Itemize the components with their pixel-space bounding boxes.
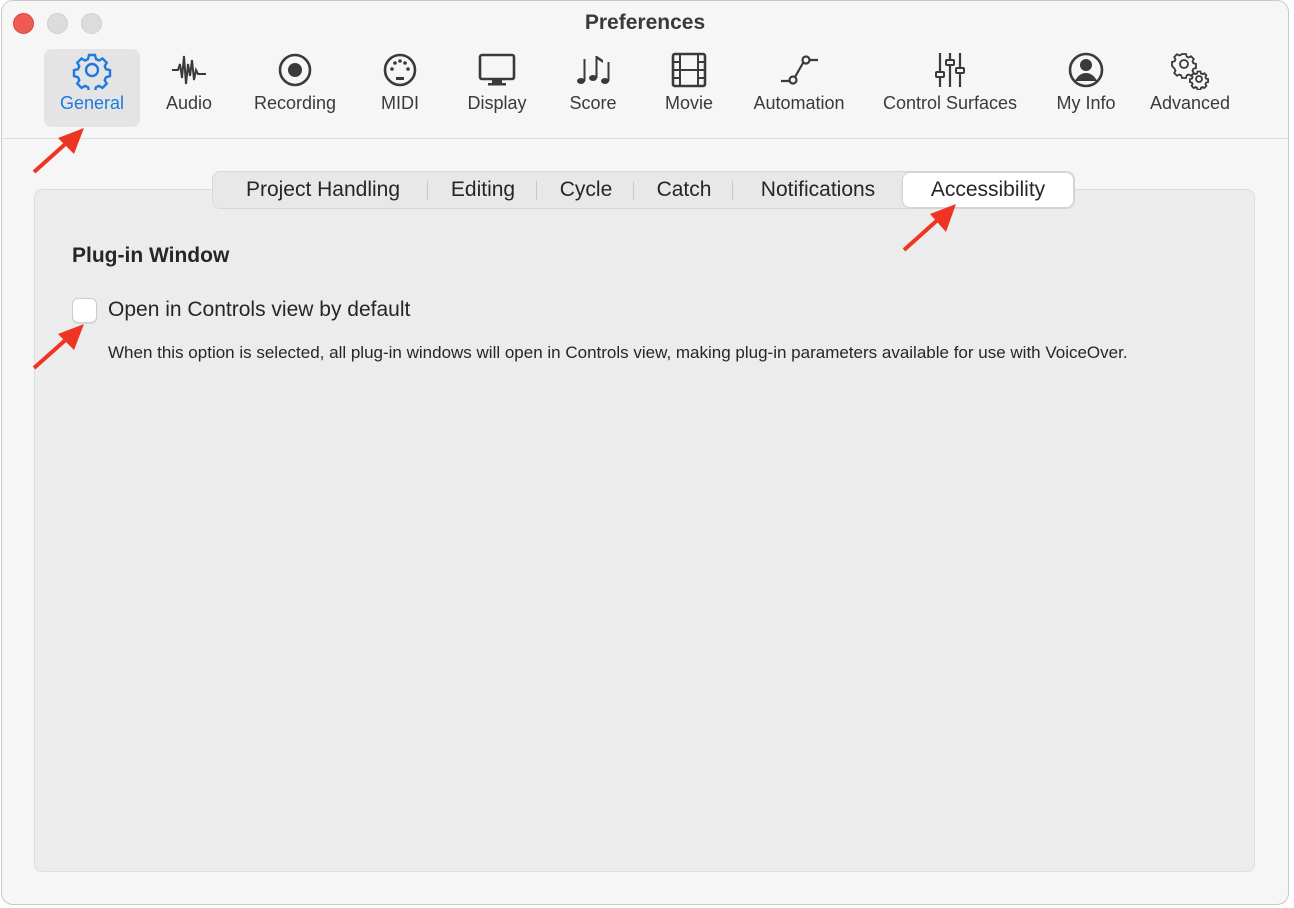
checkbox-label[interactable]: Open in Controls view by default — [108, 298, 410, 322]
toolbar-item-general[interactable]: General — [44, 49, 140, 127]
midi-port-icon — [377, 49, 423, 91]
toolbar-item-control-surfaces[interactable]: Control Surfaces — [868, 49, 1032, 127]
preferences-window: Preferences General Audio Recording MIDI… — [1, 0, 1289, 905]
music-notes-icon — [570, 49, 616, 91]
tab-notifications[interactable]: Notifications — [735, 172, 901, 208]
tab-divider — [427, 181, 428, 200]
automation-curve-icon — [776, 49, 822, 91]
toolbar-item-recording[interactable]: Recording — [245, 49, 345, 127]
toolbar-item-label: Movie — [664, 93, 713, 113]
tab-project-handling[interactable]: Project Handling — [221, 172, 425, 208]
toolbar-item-label: Control Surfaces — [882, 93, 1018, 113]
gear-icon — [69, 49, 115, 91]
toolbar: Preferences General Audio Recording MIDI… — [2, 1, 1288, 139]
toolbar-item-label: Score — [569, 93, 617, 113]
toolbar-item-label: My Info — [1056, 93, 1116, 113]
toolbar-item-label: MIDI — [381, 93, 419, 113]
gears-icon — [1167, 49, 1213, 91]
section-title: Plug-in Window — [72, 244, 230, 267]
option-description: When this option is selected, all plug-i… — [108, 343, 1128, 362]
display-icon — [474, 49, 520, 91]
toolbar-item-label: Display — [467, 93, 527, 113]
toolbar-item-label: Recording — [253, 93, 337, 113]
toolbar-item-audio[interactable]: Audio — [154, 49, 224, 127]
record-icon — [272, 49, 318, 91]
sliders-icon — [927, 49, 973, 91]
toolbar-item-display[interactable]: Display — [457, 49, 537, 127]
annotation-arrow-icon — [32, 128, 84, 174]
window-title: Preferences — [584, 11, 706, 34]
toolbar-item-score[interactable]: Score — [560, 49, 626, 127]
toolbar-item-midi[interactable]: MIDI — [368, 49, 432, 127]
film-icon — [666, 49, 712, 91]
toolbar-item-automation[interactable]: Automation — [744, 49, 854, 127]
toolbar-item-label: Audio — [165, 93, 213, 113]
tab-divider — [732, 181, 733, 200]
tab-catch[interactable]: Catch — [636, 172, 732, 208]
annotation-arrow-icon — [32, 324, 84, 370]
toolbar-item-label: Advanced — [1149, 93, 1231, 113]
settings-panel — [34, 189, 1255, 872]
toolbar-item-movie[interactable]: Movie — [654, 49, 724, 127]
tab-cycle[interactable]: Cycle — [539, 172, 633, 208]
person-icon — [1063, 49, 1109, 91]
toolbar-item-label: Automation — [753, 93, 845, 113]
toolbar-item-label: General — [59, 93, 125, 113]
annotation-arrow-icon — [902, 204, 956, 252]
tab-divider — [633, 181, 634, 200]
toolbar-item-advanced[interactable]: Advanced — [1140, 49, 1240, 127]
toolbar-item-my-info[interactable]: My Info — [1046, 49, 1126, 127]
tab-editing[interactable]: Editing — [431, 172, 535, 208]
tab-divider — [536, 181, 537, 200]
waveform-icon — [166, 49, 212, 91]
